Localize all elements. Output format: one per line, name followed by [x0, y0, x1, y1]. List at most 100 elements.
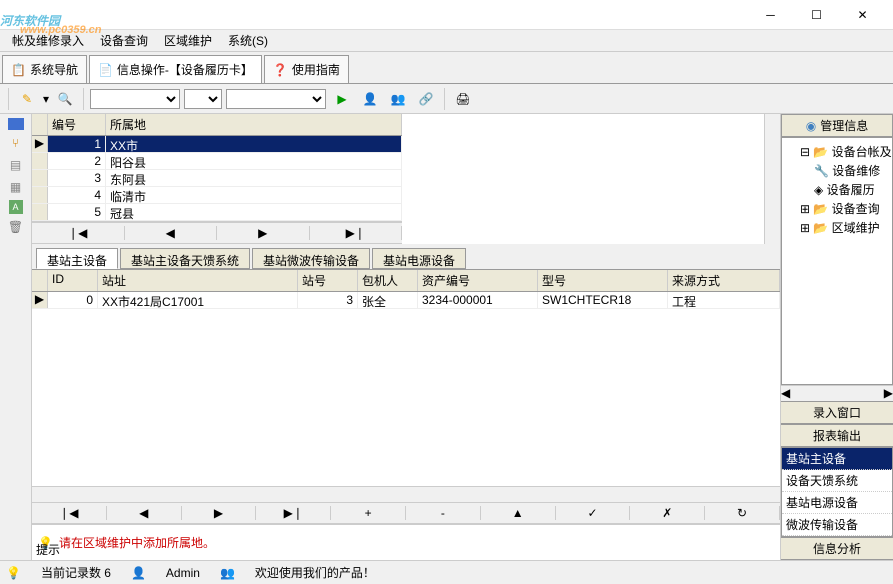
dnav-next[interactable]: ▶	[182, 506, 257, 520]
row-marker-icon: ▶	[32, 136, 48, 152]
dropdown-arrow-icon[interactable]: ▾	[43, 92, 49, 106]
dnav-cancel[interactable]: ✗	[630, 506, 705, 520]
menu-input[interactable]: 帐及维修录入	[12, 32, 84, 49]
section-report[interactable]: 报表输出	[781, 424, 893, 447]
detail-navigator: ❘◀ ◀ ▶ ▶❘ + - ▲ ✓ ✗ ↻	[32, 502, 780, 524]
message-text: 请在区域维护中添加所属地。	[59, 534, 215, 551]
vertical-scrollbar[interactable]	[764, 114, 780, 244]
filter-combo-1[interactable]	[90, 89, 180, 109]
menu-system[interactable]: 系统(S)	[228, 32, 268, 49]
nav-next[interactable]: ▶	[217, 226, 310, 240]
row-marker-icon: ▶	[32, 292, 48, 308]
col-id[interactable]: 编号	[48, 114, 106, 135]
dcol-num[interactable]: 站号	[298, 270, 358, 291]
doc-icon[interactable]: ▦	[7, 178, 25, 196]
link-icon[interactable]: 🔗	[414, 87, 438, 111]
detail-row[interactable]: ▶ 0 XX市421局C17001 3 张全 3234-000001 SW1CH…	[32, 292, 780, 309]
dnav-prev[interactable]: ◀	[107, 506, 182, 520]
right-header: ◉ 管理信息	[781, 114, 893, 137]
col-place[interactable]: 所属地	[106, 114, 402, 135]
grid-row[interactable]: 4 临清市	[32, 187, 402, 204]
subtab-microwave[interactable]: 基站微波传输设备	[252, 248, 370, 269]
dnav-edit[interactable]: ▲	[481, 506, 556, 520]
list-item[interactable]: 微波传输设备	[782, 514, 892, 536]
minimize-button[interactable]: ─	[748, 1, 793, 29]
help-icon: ❓	[273, 63, 288, 77]
subtab-main[interactable]: 基站主设备	[36, 248, 118, 269]
message-label: 提示	[36, 541, 60, 560]
filter-combo-2[interactable]	[184, 89, 222, 109]
dnav-first[interactable]: ❘◀	[32, 506, 107, 520]
dcol-id[interactable]: ID	[48, 270, 98, 291]
statusbar: 💡 当前记录数 6 👤 Admin 👥 欢迎使用我们的产品！	[0, 560, 893, 584]
mgmt-tree: ⊟ 📂 设备台帐及维 🔧 设备维修 ◈ 设备履历 ⊞ 📂 设备查询 ⊞ 📂 区域…	[781, 137, 893, 385]
bulb-icon: 💡	[6, 566, 21, 580]
tree-node[interactable]: 🔧 设备维修	[786, 161, 888, 180]
tree-node[interactable]: ⊟ 📂 设备台帐及维	[786, 142, 888, 161]
dnav-add[interactable]: +	[331, 506, 406, 520]
region-navigator: ❘◀ ◀ ▶ ▶❘	[32, 222, 402, 244]
maximize-button[interactable]: ☐	[794, 1, 839, 29]
tab-guide[interactable]: ❓ 使用指南	[264, 55, 349, 83]
tree-node[interactable]: ⊞ 📂 设备查询	[786, 199, 888, 218]
left-sidebar: ⑂ ▤ ▦ A 🗑	[0, 114, 32, 560]
message-bar: 💡 请在区域维护中添加所属地。	[32, 524, 780, 560]
page-icon[interactable]: ▤	[7, 156, 25, 174]
current-user: Admin	[166, 566, 200, 580]
nav-last[interactable]: ▶❘	[310, 226, 403, 240]
close-button[interactable]: ✕	[840, 1, 885, 29]
horizontal-scrollbar[interactable]	[32, 486, 780, 502]
edit-icon[interactable]: ✎	[15, 87, 39, 111]
dcol-asset[interactable]: 资产编号	[418, 270, 538, 291]
fork-icon[interactable]: ⑂	[7, 134, 25, 152]
right-panel: ◉ 管理信息 ⊟ 📂 设备台帐及维 🔧 设备维修 ◈ 设备履历 ⊞ 📂 设备查询…	[781, 114, 893, 560]
toolbar: ✎ ▾ 🔍 ▶ 👤 👥 🔗 🖨	[0, 84, 893, 114]
section-analysis[interactable]: 信息分析	[781, 537, 893, 560]
dnav-refresh[interactable]: ↻	[705, 506, 780, 520]
tree-scrollbar[interactable]: ◀▶	[781, 385, 893, 401]
tab-nav[interactable]: 📋 系统导航	[2, 55, 87, 83]
grid-row[interactable]: 5 冠县	[32, 204, 402, 221]
dcol-owner[interactable]: 包机人	[358, 270, 418, 291]
region-grid: 编号 所属地 ▶ 1 XX市 2 阳谷县 3	[32, 114, 402, 222]
play-icon[interactable]: ▶	[330, 87, 354, 111]
grid-row[interactable]: 2 阳谷县	[32, 153, 402, 170]
tabbar: 📋 系统导航 📄 信息操作-【设备履历卡】 ❓ 使用指南	[0, 52, 893, 84]
nav-prev[interactable]: ◀	[125, 226, 218, 240]
list-item[interactable]: 基站电源设备	[782, 492, 892, 514]
menubar: 帐及维修录入 设备查询 区域维护 系统(S)	[0, 30, 893, 52]
list-item[interactable]: 基站主设备	[782, 448, 892, 470]
dcol-model[interactable]: 型号	[538, 270, 668, 291]
dcol-addr[interactable]: 站址	[98, 270, 298, 291]
nav-icon: 📋	[11, 63, 26, 77]
green-icon[interactable]: A	[9, 200, 23, 214]
menu-region[interactable]: 区域维护	[164, 32, 212, 49]
card-icon[interactable]	[8, 118, 24, 130]
detail-tabs: 基站主设备 基站主设备天馈系统 基站微波传输设备 基站电源设备	[32, 244, 780, 270]
center-panel: 编号 所属地 ▶ 1 XX市 2 阳谷县 3	[32, 114, 781, 560]
nav-first[interactable]: ❘◀	[32, 226, 125, 240]
find-group-icon[interactable]: 👥	[386, 87, 410, 111]
section-input[interactable]: 录入窗口	[781, 401, 893, 424]
dnav-del[interactable]: -	[406, 506, 481, 520]
tree-node[interactable]: ◈ 设备履历	[786, 180, 888, 199]
doc-icon: 📄	[98, 63, 113, 77]
subtab-antenna[interactable]: 基站主设备天馈系统	[120, 248, 250, 269]
tab-info-op[interactable]: 📄 信息操作-【设备履历卡】	[89, 55, 262, 83]
dnav-ok[interactable]: ✓	[556, 506, 631, 520]
grid-row[interactable]: ▶ 1 XX市	[32, 136, 402, 153]
dcol-src[interactable]: 来源方式	[668, 270, 780, 291]
dnav-last[interactable]: ▶❘	[256, 506, 331, 520]
grid-row[interactable]: 3 东阿县	[32, 170, 402, 187]
globe-icon: ◉	[806, 119, 816, 133]
subtab-power[interactable]: 基站电源设备	[372, 248, 466, 269]
tree-node[interactable]: ⊞ 📂 区域维护	[786, 218, 888, 237]
trash-icon[interactable]: 🗑	[7, 218, 25, 236]
list-item[interactable]: 设备天馈系统	[782, 470, 892, 492]
print-icon[interactable]: 🖨	[451, 87, 475, 111]
menu-query[interactable]: 设备查询	[100, 32, 148, 49]
find-person-icon[interactable]: 👤	[358, 87, 382, 111]
filter-combo-3[interactable]	[226, 89, 326, 109]
record-count: 当前记录数 6	[41, 564, 111, 581]
search-icon[interactable]: 🔍	[53, 87, 77, 111]
